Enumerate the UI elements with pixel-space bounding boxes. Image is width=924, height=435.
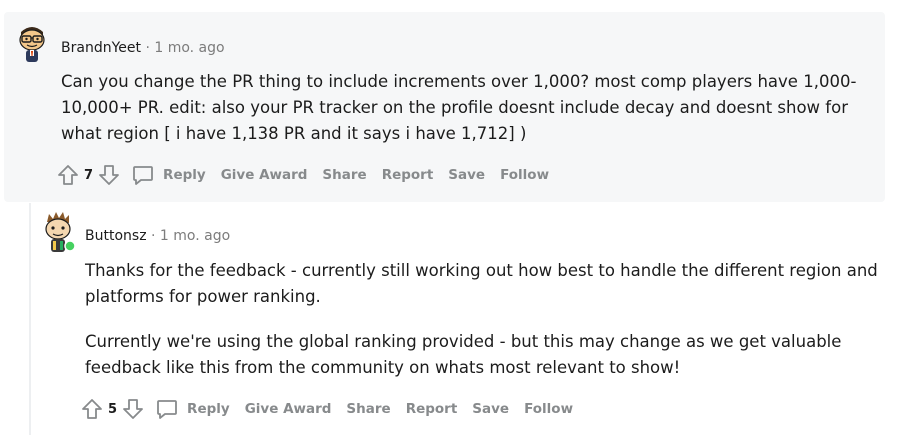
save-button[interactable]: Save <box>472 401 509 417</box>
snoo-avatar-icon <box>19 27 45 62</box>
timestamp[interactable]: 1 mo. ago <box>154 40 224 56</box>
comment-bubble-icon <box>131 163 155 187</box>
comment-paragraph: Can you change the PR thing to include i… <box>61 72 857 143</box>
reply-label[interactable]: Reply <box>163 167 206 183</box>
reply-button[interactable]: Reply <box>131 163 206 187</box>
meta-separator: · <box>145 40 150 56</box>
timestamp[interactable]: 1 mo. ago <box>160 228 230 244</box>
comment-actions: 7 Reply Give Award Share Report Save Fol… <box>56 160 549 190</box>
upvote-arrow-icon[interactable] <box>80 397 104 421</box>
author-name[interactable]: Buttonsz <box>85 228 147 244</box>
comment-actions: 5 Reply Give Award Share Report Save Fol… <box>80 394 573 424</box>
follow-button[interactable]: Follow <box>524 401 573 417</box>
author-name[interactable]: BrandnYeet <box>61 40 141 56</box>
comment-paragraph: Thanks for the feedback - currently stil… <box>85 261 878 306</box>
avatar[interactable] <box>40 208 76 254</box>
save-button[interactable]: Save <box>448 167 485 183</box>
follow-button[interactable]: Follow <box>500 167 549 183</box>
comment-paragraph: Currently we're using the global ranking… <box>85 332 842 377</box>
share-button[interactable]: Share <box>346 401 390 417</box>
thread-line[interactable] <box>29 203 31 435</box>
downvote-arrow-icon[interactable] <box>97 163 121 187</box>
vote-count: 7 <box>84 167 94 183</box>
reply-label[interactable]: Reply <box>187 401 230 417</box>
upvote-arrow-icon[interactable] <box>56 163 80 187</box>
give-award-button[interactable]: Give Award <box>245 401 332 417</box>
vote-count: 5 <box>108 401 118 417</box>
report-button[interactable]: Report <box>382 167 434 183</box>
comment-bubble-icon <box>155 397 179 421</box>
report-button[interactable]: Report <box>406 401 458 417</box>
comment-meta: BrandnYeet · 1 mo. ago <box>61 40 225 56</box>
comment-body: Can you change the PR thing to include i… <box>61 69 881 147</box>
avatar[interactable] <box>15 20 49 64</box>
comment-meta: Buttonsz · 1 mo. ago <box>85 228 230 244</box>
reply-button[interactable]: Reply <box>155 397 230 421</box>
give-award-button[interactable]: Give Award <box>221 167 308 183</box>
share-button[interactable]: Share <box>322 167 366 183</box>
online-status-dot <box>64 240 76 252</box>
comment-body: Thanks for the feedback - currently stil… <box>85 258 885 381</box>
snoo-avatar-icon <box>45 212 76 252</box>
downvote-arrow-icon[interactable] <box>121 397 145 421</box>
meta-separator: · <box>151 228 156 244</box>
